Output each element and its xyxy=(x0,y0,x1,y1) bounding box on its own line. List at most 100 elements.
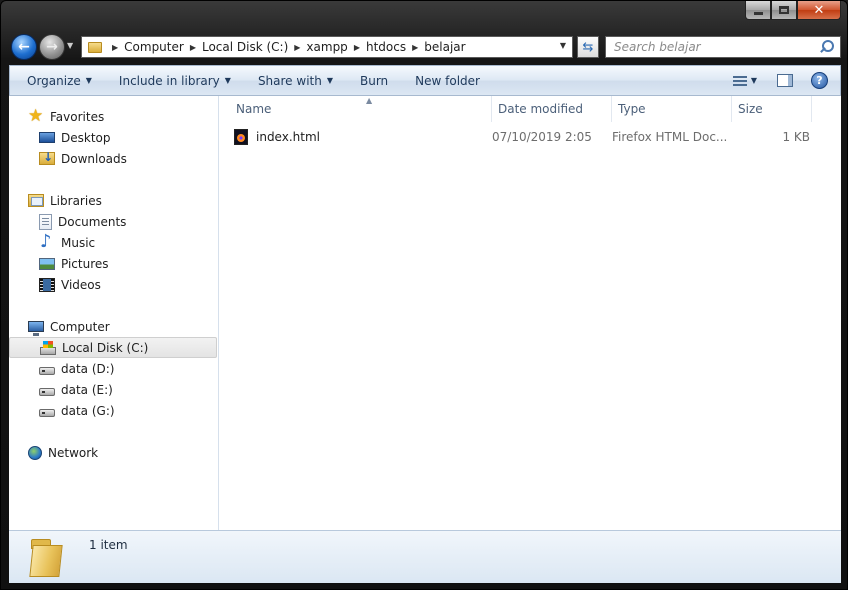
include-in-library-button[interactable]: Include in library ▼ xyxy=(102,74,241,88)
nav-network[interactable]: Network xyxy=(9,442,217,463)
file-row[interactable]: index.html 07/10/2019 2:05 Firefox HTML … xyxy=(234,126,810,148)
preview-pane-icon[interactable] xyxy=(777,74,793,87)
nav-data-g[interactable]: data (G:) xyxy=(9,400,217,421)
nav-music[interactable]: Music xyxy=(9,231,217,253)
nav-label: Music xyxy=(61,235,96,250)
navigation-row: ← → ▼ ▶ Computer ▶ Local Disk (C:) ▶ xam… xyxy=(9,33,841,61)
breadcrumb-computer[interactable]: Computer xyxy=(124,40,184,54)
view-controls: ▼ ? xyxy=(732,66,840,95)
file-list: ▲ Name Date modified Type Size index.htm… xyxy=(220,96,841,530)
chevron-down-icon: ▼ xyxy=(85,76,92,85)
nav-downloads[interactable]: Downloads xyxy=(9,148,217,169)
nav-computer[interactable]: Computer xyxy=(9,316,217,337)
nav-label: Network xyxy=(48,445,99,460)
breadcrumb-local-disk[interactable]: Local Disk (C:) xyxy=(202,40,288,54)
chevron-right-icon[interactable]: ▶ xyxy=(112,43,118,52)
share-with-button[interactable]: Share with ▼ xyxy=(241,74,343,88)
address-bar[interactable]: ▶ Computer ▶ Local Disk (C:) ▶ xampp ▶ h… xyxy=(81,36,573,58)
nav-videos[interactable]: Videos xyxy=(9,274,217,295)
chevron-right-icon[interactable]: ▶ xyxy=(294,43,300,52)
breadcrumb-htdocs[interactable]: htdocs xyxy=(366,40,406,54)
computer-icon xyxy=(28,321,44,336)
file-date-modified: 07/10/2019 2:05 xyxy=(492,130,592,144)
explorer-window: ✕ ← → ▼ ▶ Computer ▶ Local Disk (C:) ▶ x… xyxy=(0,0,848,590)
nav-label: Desktop xyxy=(61,130,111,145)
nav-label: Downloads xyxy=(61,151,127,166)
desktop-icon xyxy=(39,132,55,143)
nav-label: Pictures xyxy=(61,256,109,271)
minimize-icon xyxy=(753,11,763,15)
back-button[interactable]: ← xyxy=(11,34,37,60)
nav-favorites[interactable]: Favorites xyxy=(9,106,217,127)
command-bar: Organize ▼ Include in library ▼ Share with… xyxy=(9,65,841,96)
item-count: 1 item xyxy=(89,538,128,552)
network-icon xyxy=(28,445,42,460)
chevron-down-icon: ▼ xyxy=(326,76,333,85)
downloads-folder-icon xyxy=(39,150,55,165)
column-header-date-modified[interactable]: Date modified xyxy=(492,96,612,122)
nav-desktop[interactable]: Desktop xyxy=(9,127,217,148)
nav-local-disk-c[interactable]: Local Disk (C:) xyxy=(9,337,217,358)
breadcrumb-belajar[interactable]: belajar xyxy=(424,40,465,54)
nav-label: Documents xyxy=(58,214,127,229)
file-name: index.html xyxy=(256,130,320,144)
folder-icon xyxy=(88,41,102,53)
new-folder-label: New folder xyxy=(415,73,480,88)
nav-documents[interactable]: Documents xyxy=(9,211,217,232)
new-folder-button[interactable]: New folder xyxy=(398,74,490,88)
search-input[interactable]: Search belajar xyxy=(606,40,818,54)
drive-icon xyxy=(39,366,55,375)
nav-label: Computer xyxy=(50,319,110,334)
file-type: Firefox HTML Doc... xyxy=(612,130,728,144)
nav-label: Videos xyxy=(61,277,101,292)
arrow-left-icon: ← xyxy=(18,39,30,55)
refresh-icon: ⇆ xyxy=(582,39,594,55)
recent-pages-dropdown[interactable]: ▼ xyxy=(67,41,73,50)
chevron-down-icon: ▼ xyxy=(224,76,231,85)
search-box[interactable]: Search belajar xyxy=(605,36,841,58)
drive-icon xyxy=(39,387,55,396)
address-dropdown-icon[interactable]: ▼ xyxy=(560,41,566,50)
caption-buttons: ✕ xyxy=(745,1,841,21)
nav-label: Libraries xyxy=(50,193,102,208)
maximize-icon xyxy=(779,6,789,14)
arrow-right-icon: → xyxy=(46,39,58,55)
organize-label: Organize xyxy=(27,73,81,88)
nav-data-e[interactable]: data (E:) xyxy=(9,379,217,400)
details-pane: 1 item xyxy=(9,530,841,583)
chevron-right-icon[interactable]: ▶ xyxy=(412,43,418,52)
file-name-cell: index.html xyxy=(234,126,320,148)
firefox-html-file-icon xyxy=(234,129,248,145)
change-view-icon[interactable] xyxy=(732,75,747,87)
include-in-library-label: Include in library xyxy=(118,73,220,88)
navigation-pane: Favorites Desktop Downloads Libraries Do… xyxy=(9,96,219,530)
burn-label: Burn xyxy=(360,73,389,88)
nav-label: data (G:) xyxy=(61,403,115,418)
file-size: 1 KB xyxy=(782,130,810,144)
search-icon[interactable] xyxy=(818,38,836,56)
forward-button[interactable]: → xyxy=(39,34,65,60)
column-header-type[interactable]: Type xyxy=(612,96,732,122)
nav-label: data (D:) xyxy=(61,361,115,376)
folder-icon xyxy=(29,537,69,577)
breadcrumb-xampp[interactable]: xampp xyxy=(306,40,347,54)
nav-data-d[interactable]: data (D:) xyxy=(9,358,217,379)
maximize-button[interactable] xyxy=(771,1,797,20)
nav-label: Favorites xyxy=(50,109,105,124)
star-icon xyxy=(28,106,44,126)
minimize-button[interactable] xyxy=(745,1,771,20)
music-icon xyxy=(39,231,55,252)
chevron-right-icon[interactable]: ▶ xyxy=(190,43,196,52)
view-options-dropdown[interactable]: ▼ xyxy=(751,76,757,85)
burn-button[interactable]: Burn xyxy=(343,74,398,88)
organize-button[interactable]: Organize ▼ xyxy=(10,74,102,88)
nav-libraries[interactable]: Libraries xyxy=(9,190,217,211)
nav-pictures[interactable]: Pictures xyxy=(9,253,217,274)
help-icon[interactable]: ? xyxy=(811,72,828,89)
chevron-right-icon[interactable]: ▶ xyxy=(354,43,360,52)
column-header-name[interactable]: Name xyxy=(230,96,492,122)
column-header-size[interactable]: Size xyxy=(732,96,812,122)
local-disk-icon xyxy=(40,340,56,355)
refresh-button[interactable]: ⇆ xyxy=(577,36,599,58)
close-button[interactable]: ✕ xyxy=(797,1,841,20)
